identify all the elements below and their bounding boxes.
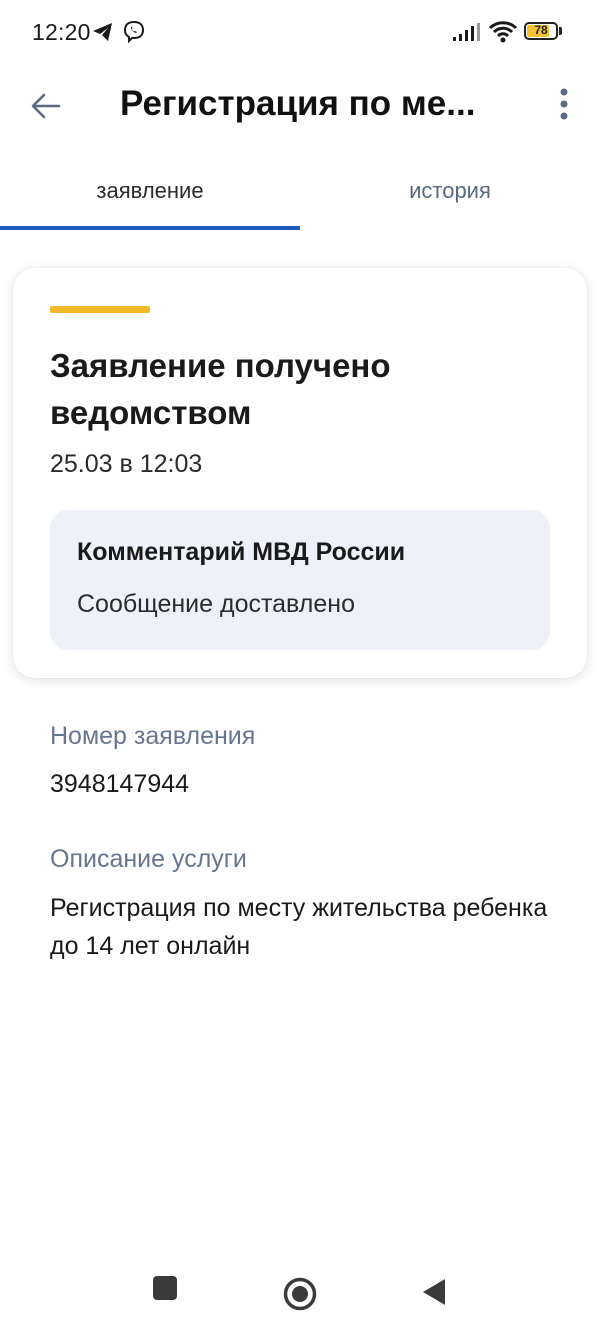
page-title: Регистрация по ме... bbox=[120, 84, 476, 123]
tab-history[interactable]: история bbox=[300, 160, 600, 230]
service-description-label: Описание услуги bbox=[50, 845, 247, 873]
telegram-icon bbox=[93, 23, 112, 41]
application-number-label: Номер заявления bbox=[50, 722, 256, 750]
more-vertical-icon bbox=[560, 88, 568, 120]
service-description-value: Регистрация по месту жительства ребенка … bbox=[50, 894, 548, 960]
system-nav-bar bbox=[0, 1260, 600, 1332]
battery-icon: 78 bbox=[524, 22, 558, 40]
tab-application[interactable]: заявление bbox=[0, 160, 300, 230]
arrow-left-icon bbox=[31, 93, 61, 119]
back-button[interactable] bbox=[24, 84, 68, 128]
viber-icon bbox=[123, 20, 145, 44]
status-accent-bar bbox=[50, 306, 150, 313]
app-bar: Регистрация по ме... bbox=[0, 66, 600, 146]
more-options-button[interactable] bbox=[546, 82, 582, 126]
battery-tip bbox=[559, 27, 562, 35]
recents-button[interactable] bbox=[151, 1274, 179, 1302]
back-nav-button[interactable] bbox=[420, 1277, 448, 1307]
tab-active-indicator bbox=[0, 226, 300, 230]
status-time: 12:20 bbox=[32, 19, 91, 45]
tab-bar: заявление история bbox=[0, 160, 600, 230]
comment-box: Комментарий МВД России Сообщение доставл… bbox=[50, 510, 550, 650]
signal-icon bbox=[453, 23, 480, 41]
application-number-value: 3948147944 bbox=[50, 770, 190, 798]
comment-title: Комментарий МВД России bbox=[77, 538, 406, 566]
status-title: Заявление получено ведомством bbox=[50, 347, 391, 431]
comment-text: Сообщение доставлено bbox=[77, 590, 355, 618]
battery-level: 78 bbox=[534, 23, 548, 37]
status-card: Заявление получено ведомством 25.03 в 12… bbox=[13, 268, 587, 678]
status-date: 25.03 в 12:03 bbox=[50, 450, 203, 478]
status-bar: 12:20 78 bbox=[0, 0, 600, 66]
home-button[interactable] bbox=[282, 1276, 318, 1312]
wifi-icon bbox=[488, 21, 518, 43]
